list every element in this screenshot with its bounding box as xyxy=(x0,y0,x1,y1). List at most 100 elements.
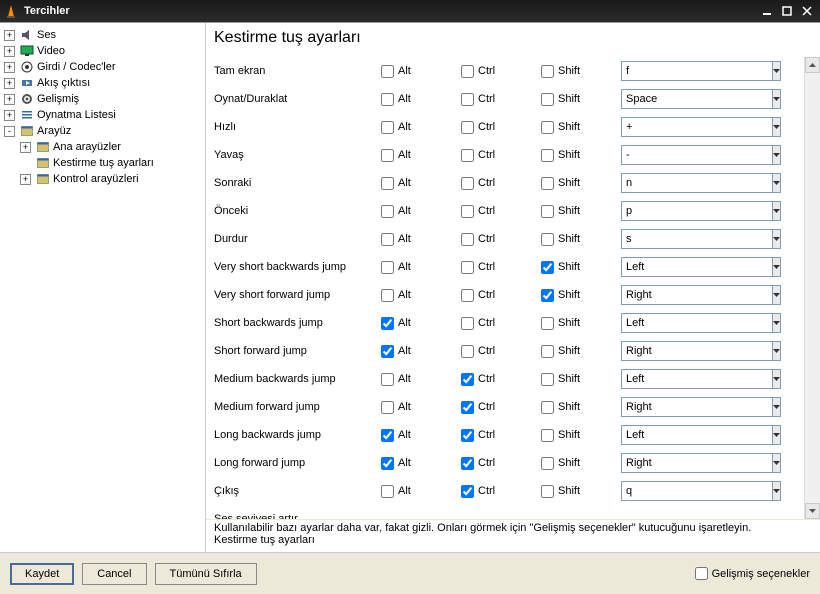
shift-checkbox[interactable] xyxy=(541,93,554,106)
shift-checkbox[interactable] xyxy=(541,429,554,442)
key-combo-input[interactable] xyxy=(621,257,773,277)
alt-checkbox[interactable] xyxy=(381,373,394,386)
minimize-button[interactable] xyxy=(758,4,776,18)
expand-icon[interactable]: + xyxy=(20,174,31,185)
shift-checkbox[interactable] xyxy=(541,149,554,162)
chevron-down-icon[interactable] xyxy=(773,341,781,361)
ctrl-checkbox[interactable] xyxy=(461,429,474,442)
key-combo-input[interactable] xyxy=(621,89,773,109)
alt-checkbox[interactable] xyxy=(381,429,394,442)
ctrl-checkbox[interactable] xyxy=(461,149,474,162)
expand-icon[interactable]: + xyxy=(4,94,15,105)
chevron-down-icon[interactable] xyxy=(773,229,781,249)
ctrl-checkbox[interactable] xyxy=(461,317,474,330)
alt-checkbox[interactable] xyxy=(381,205,394,218)
shift-checkbox[interactable] xyxy=(541,317,554,330)
key-combo-input[interactable] xyxy=(621,481,773,501)
tree-item[interactable]: +Video xyxy=(2,43,203,59)
shift-checkbox[interactable] xyxy=(541,65,554,78)
shift-checkbox[interactable] xyxy=(541,485,554,498)
shift-checkbox[interactable] xyxy=(541,205,554,218)
ctrl-checkbox[interactable] xyxy=(461,177,474,190)
ctrl-checkbox[interactable] xyxy=(461,261,474,274)
ctrl-checkbox[interactable] xyxy=(461,233,474,246)
ctrl-checkbox[interactable] xyxy=(461,93,474,106)
cancel-button[interactable]: Cancel xyxy=(82,563,146,585)
reset-all-button[interactable]: Tümünü Sıfırla xyxy=(155,563,257,585)
chevron-down-icon[interactable] xyxy=(773,313,781,333)
alt-checkbox[interactable] xyxy=(381,149,394,162)
tree-item[interactable]: -Arayüz xyxy=(2,123,203,139)
key-combo-input[interactable] xyxy=(621,369,773,389)
ctrl-checkbox[interactable] xyxy=(461,121,474,134)
advanced-options-input[interactable] xyxy=(695,567,708,580)
chevron-down-icon[interactable] xyxy=(773,369,781,389)
shift-checkbox[interactable] xyxy=(541,261,554,274)
ctrl-checkbox[interactable] xyxy=(461,345,474,358)
advanced-options-checkbox[interactable]: Gelişmiş seçenekler xyxy=(695,567,810,580)
expand-icon[interactable]: + xyxy=(4,46,15,57)
key-combo-input[interactable] xyxy=(621,173,773,193)
chevron-down-icon[interactable] xyxy=(773,145,781,165)
alt-checkbox[interactable] xyxy=(381,289,394,302)
chevron-down-icon[interactable] xyxy=(773,453,781,473)
tree-item[interactable]: +Ana arayüzler xyxy=(2,139,203,155)
expand-icon[interactable]: + xyxy=(4,78,15,89)
shift-checkbox[interactable] xyxy=(541,457,554,470)
shift-checkbox[interactable] xyxy=(541,373,554,386)
alt-checkbox[interactable] xyxy=(381,65,394,78)
chevron-down-icon[interactable] xyxy=(773,481,781,501)
shift-checkbox[interactable] xyxy=(541,233,554,246)
key-combo-input[interactable] xyxy=(621,117,773,137)
key-combo-input[interactable] xyxy=(621,425,773,445)
tree-item[interactable]: +Gelişmiş xyxy=(2,91,203,107)
alt-checkbox[interactable] xyxy=(381,93,394,106)
key-combo-input[interactable] xyxy=(621,201,773,221)
shift-checkbox[interactable] xyxy=(541,177,554,190)
chevron-down-icon[interactable] xyxy=(773,89,781,109)
ctrl-checkbox[interactable] xyxy=(461,65,474,78)
alt-checkbox[interactable] xyxy=(381,401,394,414)
alt-checkbox[interactable] xyxy=(381,177,394,190)
tree-item[interactable]: +Oynatma Listesi xyxy=(2,107,203,123)
alt-checkbox[interactable] xyxy=(381,317,394,330)
key-combo-input[interactable] xyxy=(621,229,773,249)
alt-checkbox[interactable] xyxy=(381,261,394,274)
ctrl-checkbox[interactable] xyxy=(461,457,474,470)
key-combo-input[interactable] xyxy=(621,313,773,333)
close-button[interactable] xyxy=(798,4,816,18)
maximize-button[interactable] xyxy=(778,4,796,18)
alt-checkbox[interactable] xyxy=(381,233,394,246)
key-combo-input[interactable] xyxy=(621,341,773,361)
ctrl-checkbox[interactable] xyxy=(461,373,474,386)
tree-item[interactable]: +Kontrol arayüzleri xyxy=(2,171,203,187)
ctrl-checkbox[interactable] xyxy=(461,205,474,218)
shift-checkbox[interactable] xyxy=(541,121,554,134)
key-combo-input[interactable] xyxy=(621,145,773,165)
expand-icon[interactable]: + xyxy=(4,62,15,73)
alt-checkbox[interactable] xyxy=(381,457,394,470)
expand-icon[interactable]: + xyxy=(4,30,15,41)
key-combo-input[interactable] xyxy=(621,453,773,473)
ctrl-checkbox[interactable] xyxy=(461,289,474,302)
alt-checkbox[interactable] xyxy=(381,485,394,498)
shift-checkbox[interactable] xyxy=(541,289,554,302)
tree-item[interactable]: +Ses xyxy=(2,27,203,43)
shift-checkbox[interactable] xyxy=(541,345,554,358)
key-combo-input[interactable] xyxy=(621,397,773,417)
expand-icon[interactable]: + xyxy=(20,142,31,153)
chevron-down-icon[interactable] xyxy=(773,397,781,417)
alt-checkbox[interactable] xyxy=(381,345,394,358)
category-tree[interactable]: +Ses+Video+Girdi / Codec'ler+Akış çıktıs… xyxy=(0,23,206,552)
tree-item[interactable]: +Akış çıktısı xyxy=(2,75,203,91)
collapse-icon[interactable]: - xyxy=(4,126,15,137)
chevron-down-icon[interactable] xyxy=(773,285,781,305)
key-combo-input[interactable] xyxy=(621,61,773,81)
tree-item[interactable]: +Girdi / Codec'ler xyxy=(2,59,203,75)
shift-checkbox[interactable] xyxy=(541,401,554,414)
chevron-down-icon[interactable] xyxy=(773,425,781,445)
ctrl-checkbox[interactable] xyxy=(461,485,474,498)
scroll-down-button[interactable] xyxy=(805,503,820,519)
chevron-down-icon[interactable] xyxy=(773,173,781,193)
chevron-down-icon[interactable] xyxy=(773,257,781,277)
